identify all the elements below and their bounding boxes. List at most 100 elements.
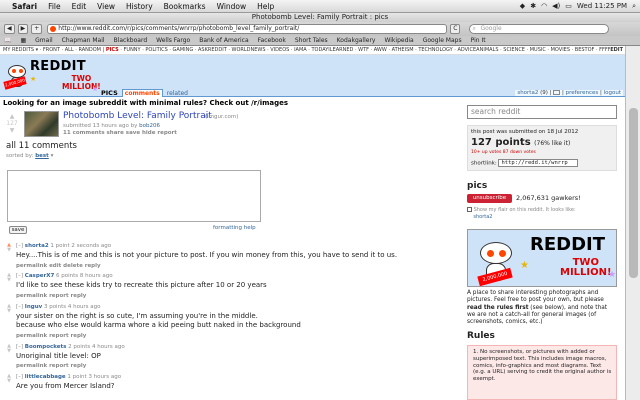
bookmark-pin-it[interactable]: Pin It (471, 37, 486, 44)
downvote-arrow-icon[interactable]: ▼ (6, 127, 18, 134)
comment-textarea[interactable] (7, 170, 261, 222)
post-score: 127 (6, 120, 18, 127)
comment-actions[interactable]: permalink report reply (16, 333, 86, 339)
post-points: 127 points (76% like it) (471, 137, 571, 148)
banner-word: REDDIT (530, 234, 606, 255)
comment-body-line-2: because who else would karma whore a kid… (16, 321, 301, 329)
bluetooth-icon[interactable]: ✱ (530, 2, 536, 10)
comment-author-link[interactable]: shorta2 (25, 243, 49, 249)
post-domain[interactable]: (imgur.com) (205, 114, 238, 120)
star-icon: ★ (520, 260, 529, 271)
collapse-toggle[interactable]: [–] (16, 344, 23, 350)
bookmark-gmail[interactable]: Gmail (35, 37, 53, 44)
volume-icon[interactable]: ◀) (552, 2, 560, 10)
downvote-arrow-icon[interactable]: ▼ (6, 349, 12, 354)
bookmark-facebook[interactable]: Facebook (258, 37, 286, 44)
wifi-icon[interactable]: ◠ (541, 2, 547, 10)
menu-window[interactable]: Window (217, 2, 247, 11)
comment-author-link[interactable]: Inguv (25, 304, 42, 310)
upvote-arrow-icon[interactable]: ▲ (6, 113, 18, 120)
banner-two-million: TWO MILLION! (560, 257, 612, 278)
menu-help[interactable]: Help (257, 2, 274, 11)
post-thumbnail[interactable] (24, 111, 59, 137)
battery-icon[interactable]: ▭ (565, 2, 572, 10)
bookmark-blackboard[interactable]: Blackboard (114, 37, 148, 44)
bookmark-wikipedia[interactable]: Wikipedia (384, 37, 413, 44)
collapse-toggle[interactable]: [–] (16, 273, 23, 279)
post-actions[interactable]: 11 comments share save hide report (63, 130, 177, 136)
downvote-arrow-icon[interactable]: ▼ (6, 309, 12, 314)
add-bookmark-button[interactable]: + (31, 24, 43, 34)
comment-author-link[interactable]: littlecabbage (25, 374, 66, 380)
downvote-arrow-icon[interactable]: ▼ (6, 379, 12, 384)
bookmark-google-maps[interactable]: Google Maps (423, 37, 462, 44)
scrollbar-thumb[interactable] (629, 108, 638, 278)
bookmark-kodakgallery[interactable]: Kodakgallery (337, 37, 376, 44)
downvote-arrow-icon[interactable]: ▼ (6, 278, 12, 283)
comment-body: your sister on the right is so cute, I'm… (16, 312, 258, 320)
menu-bookmarks[interactable]: Bookmarks (164, 2, 206, 11)
snoo-icon: 2,000,000 (476, 236, 516, 286)
menu-view[interactable]: View (97, 2, 115, 11)
subreddit-bar-prefix[interactable]: MY REDDITS ▾ · FRONT · ALL · RANDOM | (3, 47, 106, 53)
tab-comments[interactable]: comments (121, 89, 163, 97)
logout-link[interactable]: logout (604, 90, 621, 96)
menu-app[interactable]: Safari (12, 2, 37, 11)
menu-edit[interactable]: Edit (72, 2, 87, 11)
address-bar[interactable]: http://www.reddit.com/r/pics/comments/wn… (47, 24, 448, 34)
post-author-link[interactable]: bob206 (139, 123, 160, 129)
shortlink-row: shortlink: http://redd.it/wnrrp (471, 159, 579, 167)
grid-icon[interactable]: ▦ (20, 37, 26, 44)
collapse-toggle[interactable]: [–] (16, 243, 23, 249)
comment: ▲ ▼ [–] shorta2 1 point 2 seconds ago Hey… (0, 243, 460, 273)
bookmark-bank-of-america[interactable]: Bank of America (199, 37, 248, 44)
comment-vote: ▲ ▼ (6, 344, 12, 354)
menu-history[interactable]: History (126, 2, 153, 11)
comment-author-link[interactable]: CasperX7 (25, 273, 54, 279)
collapse-toggle[interactable]: [–] (16, 374, 23, 380)
sidebar-banner[interactable]: 2,000,000 REDDIT TWO MILLION! ★ ★ (467, 229, 617, 287)
post-title-link[interactable]: Photobomb Level: Family Portrait (63, 111, 212, 121)
flair-checkbox[interactable] (467, 207, 472, 212)
bookmark-chapman-mail[interactable]: Chapman Mail (62, 37, 105, 44)
save-button[interactable]: save (9, 226, 27, 234)
shortlink-field[interactable]: http://redd.it/wnrrp (498, 159, 579, 167)
formatting-help-link[interactable]: formatting help (213, 225, 256, 231)
preferences-link[interactable]: preferences (566, 90, 599, 96)
scrollbar[interactable] (625, 46, 640, 400)
subreddit-bar-list[interactable]: · FUNNY · POLITICS · GAMING · ASKREDDIT … (119, 47, 610, 53)
forward-button[interactable]: ▶ (17, 24, 29, 34)
mail-icon[interactable] (553, 90, 561, 95)
spotlight-icon[interactable]: ⌕ (632, 2, 636, 11)
comment-actions[interactable]: permalink report reply (16, 363, 86, 369)
tab-related[interactable]: related (167, 90, 188, 97)
sort-dropdown[interactable]: best (35, 153, 49, 159)
subreddit-name[interactable]: PICS (101, 89, 118, 97)
dropbox-icon[interactable]: ◆ (520, 2, 525, 10)
show-all-bookmarks-icon[interactable]: 📖 (4, 37, 11, 44)
comment-author-link[interactable]: Boompockets (25, 344, 67, 350)
comment-actions[interactable]: permalink edit delete reply (16, 263, 101, 269)
post-submitted: submitted 13 hours ago by bob206 (63, 123, 160, 129)
browser-search-input[interactable]: ⌕ Google (469, 24, 610, 34)
bookmark-wells-fargo[interactable]: Wells Fargo (156, 37, 190, 44)
subscriber-count: 2,067,631 gawkers! (516, 194, 581, 202)
menu-file[interactable]: File (48, 2, 61, 11)
sidebar-subreddit-title[interactable]: pics (467, 181, 487, 191)
downvote-arrow-icon[interactable]: ▼ (6, 248, 12, 253)
subreddit-bar-current[interactable]: PICS (106, 47, 119, 53)
reddit-search-input[interactable]: search reddit (467, 105, 617, 119)
reddit-logo[interactable]: 2,000,000 REDDIT TWO MILLION! ★ ★ (2, 57, 102, 95)
bookmarks-bar: 📖 ▦ Gmail Chapman Mail Blackboard Wells … (0, 36, 640, 46)
header-tabs: PICS comments related (101, 89, 188, 97)
chevron-down-icon[interactable]: ▾ (51, 153, 54, 159)
post-info-box: this post was submitted on 18 Jul 2012 1… (467, 125, 617, 171)
unsubscribe-button[interactable]: unsubscribe (467, 194, 512, 203)
comment-actions[interactable]: permalink report reply (16, 293, 86, 299)
username-link[interactable]: shorta2 (517, 90, 538, 96)
collapse-toggle[interactable]: [–] (16, 304, 23, 310)
back-button[interactable]: ◀ (4, 24, 15, 34)
clock[interactable]: Wed 11:25 PM (577, 2, 627, 10)
reload-button[interactable]: C (450, 24, 461, 34)
bookmark-short-tales[interactable]: Short Tales (295, 37, 328, 44)
